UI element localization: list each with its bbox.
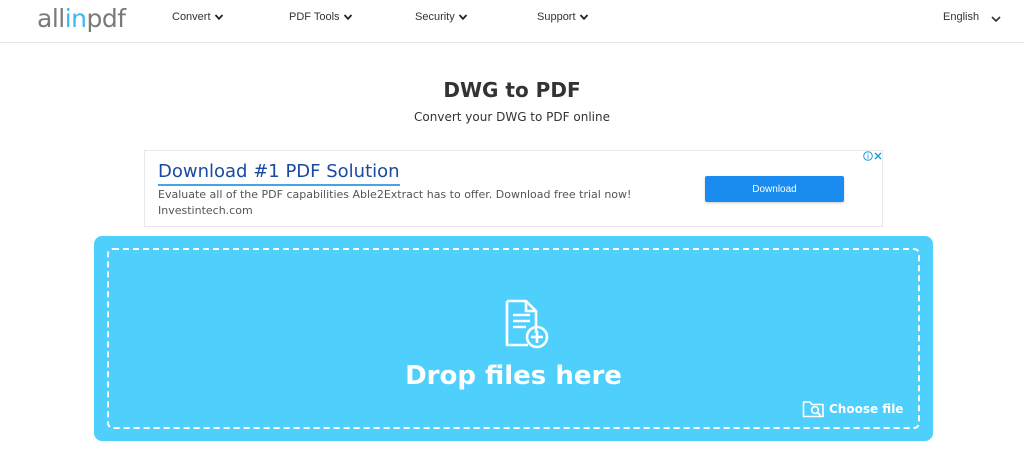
chevron-down-icon [343,14,352,21]
folder-search-icon [802,401,824,418]
nav-security-label: Security [415,11,455,23]
ad-download-button[interactable]: Download [705,176,844,202]
choose-file-label: Choose file [829,402,904,416]
file-dropzone[interactable]: Drop files here Choose file [94,236,933,441]
nav-support-label: Support [537,11,576,23]
file-add-icon [505,299,549,349]
logo-part-pdf: pdf [86,4,127,33]
chevron-down-icon [214,14,223,21]
drop-files-text: Drop files here [405,361,622,391]
chevron-down-icon[interactable] [990,13,1002,25]
info-icon[interactable] [863,151,873,161]
ad-description: Evaluate all of the PDF capabilities Abl… [158,188,632,201]
ad-domain: Investintech.com [158,204,253,217]
logo-part-all: all [37,4,65,33]
language-selector[interactable]: English [943,11,979,23]
nav-security[interactable]: Security [415,11,468,23]
chevron-down-icon [579,14,588,21]
nav-convert-label: Convert [172,11,211,23]
logo-part-in: in [64,4,87,33]
chevron-down-icon [458,14,467,21]
page-title: DWG to PDF [443,78,581,102]
ad-banner[interactable]: Download #1 PDF Solution Evaluate all of… [144,150,883,227]
page-subtitle: Convert your DWG to PDF online [414,110,610,124]
choose-file-button[interactable]: Choose file [802,399,903,419]
nav-pdf-tools[interactable]: PDF Tools [289,11,353,23]
nav-convert[interactable]: Convert [172,11,224,23]
top-navigation: allinpdf Convert PDF Tools Security Supp… [0,0,1024,43]
nav-support[interactable]: Support [537,11,589,23]
ad-headline[interactable]: Download #1 PDF Solution [158,161,400,186]
nav-pdf-tools-label: PDF Tools [289,11,340,23]
dropzone-dashed-border: Drop files here Choose file [107,248,920,429]
allinpdf-logo[interactable]: allinpdf [37,4,126,34]
close-icon[interactable] [873,151,883,161]
